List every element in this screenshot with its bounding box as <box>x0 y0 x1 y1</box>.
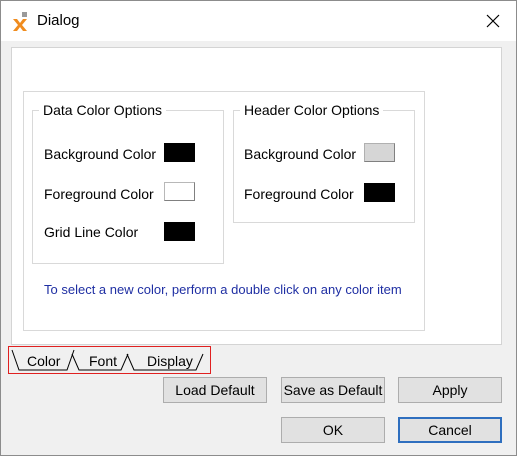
header-foreground-color-label: Foreground Color <box>244 186 354 202</box>
data-grid-line-color-swatch[interactable] <box>164 222 195 241</box>
header-color-options-title: Header Color Options <box>240 102 384 118</box>
load-default-button[interactable]: Load Default <box>163 377 267 403</box>
data-foreground-color-swatch[interactable] <box>164 182 195 201</box>
data-background-color-label: Background Color <box>44 146 157 162</box>
tab-font[interactable]: Font <box>89 353 117 369</box>
color-options-panel: Data Color Options Background Color Fore… <box>23 91 425 331</box>
header-foreground-color-swatch[interactable] <box>364 183 395 202</box>
data-color-options-group: Data Color Options Background Color Fore… <box>32 102 224 264</box>
header-background-color-label: Background Color <box>244 146 357 162</box>
data-color-options-title: Data Color Options <box>39 102 167 118</box>
x-app-icon <box>11 11 29 33</box>
tab-content-area: Data Color Options Background Color Fore… <box>11 47 502 345</box>
title-bar: Dialog <box>1 1 516 41</box>
cancel-button[interactable]: Cancel <box>398 417 502 443</box>
header-color-options-group: Header Color Options Background Color Fo… <box>233 102 415 223</box>
header-background-color-swatch[interactable] <box>364 143 395 162</box>
tab-bar: Color Font Display <box>8 346 211 374</box>
tab-color[interactable]: Color <box>27 353 60 369</box>
apply-button[interactable]: Apply <box>398 377 502 403</box>
save-as-default-button[interactable]: Save as Default <box>281 377 385 403</box>
close-button[interactable] <box>476 7 510 35</box>
tab-display[interactable]: Display <box>147 353 193 369</box>
dialog-window: Dialog Data Color Options Background Col… <box>0 0 517 456</box>
ok-button[interactable]: OK <box>281 417 385 443</box>
data-foreground-color-label: Foreground Color <box>44 186 154 202</box>
data-background-color-swatch[interactable] <box>164 143 195 162</box>
hint-text: To select a new color, perform a double … <box>44 282 402 297</box>
window-title: Dialog <box>37 12 80 29</box>
data-grid-line-color-label: Grid Line Color <box>44 224 139 240</box>
close-icon <box>486 14 500 28</box>
